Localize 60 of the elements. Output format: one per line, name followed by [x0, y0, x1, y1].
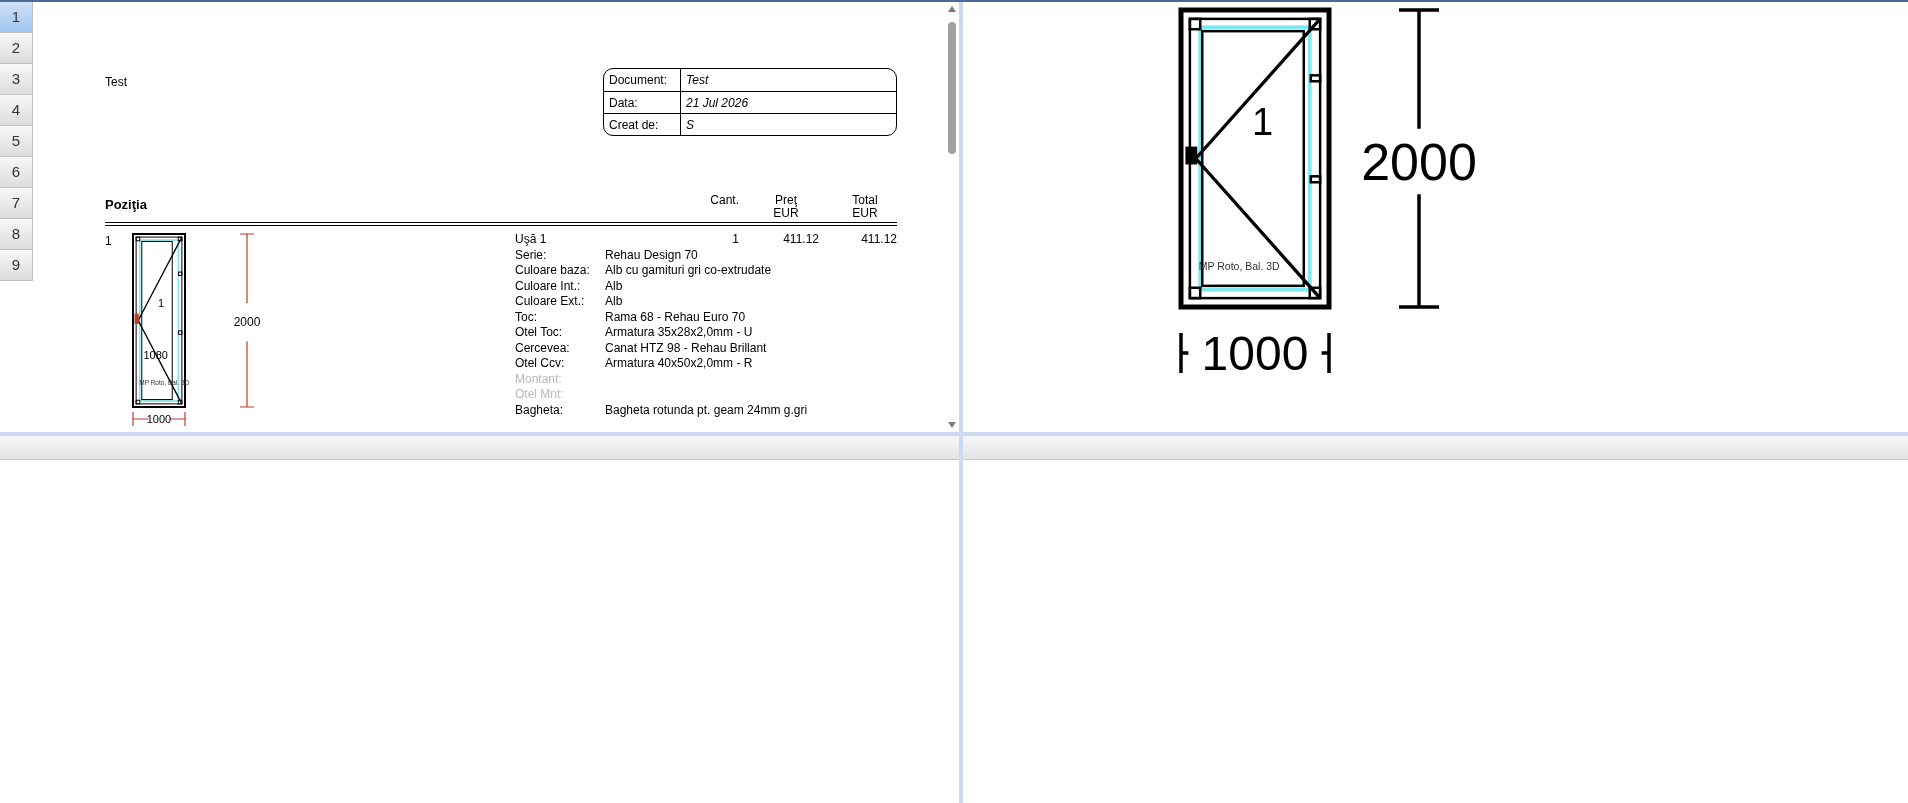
- column-header: Preţ: [775, 194, 797, 207]
- item-number: 1: [105, 233, 113, 250]
- item-name: Uşă 1: [515, 232, 548, 248]
- height-dimension-label: 2000: [1361, 132, 1477, 191]
- spec-label: Bagheta:: [515, 402, 565, 418]
- spec-label: Toc:: [515, 309, 538, 325]
- spec-value: Canat HTZ 98 - Rehau Brillant: [605, 340, 768, 356]
- info-label: Document:: [604, 69, 681, 91]
- sash-number: 1: [1252, 100, 1274, 143]
- spec-value: Armatura 35x28x2,0mm - U: [605, 325, 754, 341]
- document-title: Test: [105, 74, 127, 91]
- spec-value: Alb: [605, 294, 624, 310]
- dimension-line: [239, 233, 255, 304]
- spec-value: Rehau Design 70: [605, 247, 699, 263]
- spec-label: Culoare Int.:: [515, 278, 582, 294]
- spec-label: Otel Toc:: [515, 325, 564, 341]
- scroll-down-icon[interactable]: [948, 422, 956, 428]
- item-price: 411.12: [782, 232, 819, 248]
- info-value: 21 Jul 2026: [681, 91, 896, 113]
- item-quantity: 1: [731, 232, 739, 248]
- column-header: Cant.: [709, 194, 739, 207]
- page-tab[interactable]: 7: [0, 188, 33, 219]
- width-dimension-label: 1000: [1201, 327, 1309, 381]
- column-header: Poziţia: [105, 195, 148, 214]
- sash-number: 1: [157, 296, 165, 309]
- item-total: 411.12: [860, 232, 897, 248]
- info-label: Data:: [604, 91, 681, 113]
- spec-label: Cercevea:: [515, 340, 571, 356]
- page-tab[interactable]: 5: [0, 126, 33, 157]
- info-value: S: [681, 113, 896, 135]
- spec-value: Alb cu gamituri gri co-extrudate: [605, 263, 773, 279]
- spec-label: Montant:: [515, 371, 563, 387]
- spec-value: Armatura 40x50x2,0mm - R: [605, 356, 754, 372]
- page-tab[interactable]: 6: [0, 157, 33, 188]
- spec-value: Rama 68 - Rehau Euro 70: [605, 309, 747, 325]
- page-tab[interactable]: 2: [0, 33, 33, 64]
- spec-label: Culoare Ext.:: [515, 294, 586, 310]
- spec-label: Serie:: [515, 247, 548, 263]
- page-tab[interactable]: 8: [0, 219, 33, 250]
- page-tab[interactable]: 9: [0, 250, 33, 281]
- spec-label: Otel Mnt:: [515, 387, 565, 403]
- scrollbar-thumb[interactable]: [948, 22, 956, 154]
- info-label: Creat de:: [604, 113, 681, 135]
- width-dimension-label: 1000: [146, 412, 172, 425]
- column-header: Total: [852, 194, 878, 207]
- spec-label: Culoare baza:: [515, 263, 591, 279]
- spec-label: Otel Ccv:: [515, 356, 566, 372]
- height-dimension-label: 2000: [233, 315, 261, 330]
- page-tab[interactable]: 4: [0, 95, 33, 126]
- page-tab[interactable]: 3: [0, 64, 33, 95]
- info-value: Test: [685, 72, 710, 89]
- page-tab[interactable]: 1: [0, 2, 33, 33]
- scroll-up-icon[interactable]: [948, 6, 956, 12]
- spec-value: Alb: [605, 278, 624, 294]
- currency-label: EUR: [773, 207, 799, 220]
- dimension-line: [1179, 331, 1191, 375]
- spec-value: Bagheta rotunda pt. geam 24mm g.gri: [605, 402, 809, 418]
- dimension-line: [239, 340, 255, 408]
- dimension-line: [1319, 331, 1331, 375]
- currency-label: EUR: [852, 207, 878, 220]
